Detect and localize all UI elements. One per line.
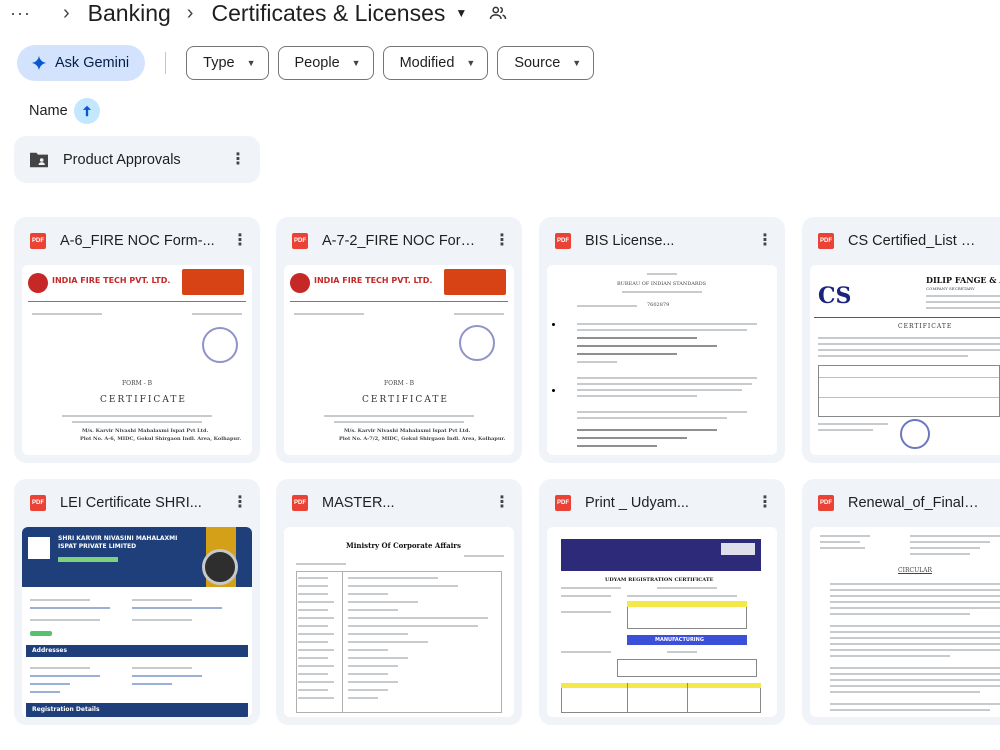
thumb-form: FORM - B xyxy=(384,380,414,387)
filter-source[interactable]: Source ▼ xyxy=(497,46,595,80)
folder-item[interactable]: Product Approvals ⋮ xyxy=(14,136,260,183)
filter-type-label: Type xyxy=(203,55,235,71)
people-icon[interactable] xyxy=(489,4,507,22)
file-title: A-6_FIRE NOC Form-... xyxy=(60,232,215,249)
thumb-addressee: M/s. Karvir Nivashi Mahalaxmi Ispat Pvt … xyxy=(82,428,209,434)
file-thumbnail: CS DILIP FANGE & ASS COMPANY SECRETARY C… xyxy=(810,265,1000,455)
thumb-heading: CIRCULAR xyxy=(898,567,932,574)
caret-down-icon: ▼ xyxy=(572,58,582,68)
chevron-right-icon: › xyxy=(186,1,194,24)
caret-down-icon: ▼ xyxy=(466,58,476,68)
file-thumbnail: INDIA FIRE TECH PVT. LTD. FORM - B CERTI… xyxy=(284,265,514,455)
filter-bar: Ask Gemini Type ▼ People ▼ Modified ▼ Sourc… xyxy=(17,45,603,81)
filter-people[interactable]: People ▼ xyxy=(277,46,374,80)
thumb-heading: UDYAM REGISTRATION CERTIFICATE xyxy=(605,577,714,583)
file-thumbnail: INDIA FIRE TECH PVT. LTD. FORM - B CERTI… xyxy=(22,265,252,455)
file-card[interactable]: PDF A-6_FIRE NOC Form-... ⋮ INDIA FIRE T… xyxy=(14,217,260,463)
filter-type[interactable]: Type ▼ xyxy=(186,46,269,80)
file-card[interactable]: PDF A-7-2_FIRE NOC Form-... ⋮ INDIA FIRE… xyxy=(276,217,522,463)
sort-by-name[interactable]: Name xyxy=(29,98,100,124)
file-thumbnail: SHRI KARVIR NIVASINI MAHALAXMI ISPAT PRI… xyxy=(22,527,252,717)
folder-shared-icon xyxy=(28,151,50,169)
file-thumbnail: BUREAU OF INDIAN STANDARDS 7602879 xyxy=(547,265,777,455)
thumb-section-addresses: Addresses xyxy=(32,647,68,654)
thumb-license: 7602879 xyxy=(647,302,670,308)
thumb-heading: CERTIFICATE xyxy=(100,395,187,405)
file-thumbnail: Ministry Of Corporate Affairs xyxy=(284,527,514,717)
pdf-icon: PDF xyxy=(555,494,571,511)
divider xyxy=(165,52,167,74)
file-title: MASTER... xyxy=(322,494,395,511)
thumb-plot: Plot No. A-7/2, MIDC, Gokul Shirgaon Ind… xyxy=(339,436,506,442)
ask-gemini-label: Ask Gemini xyxy=(55,55,130,71)
thumb-role: COMPANY SECRETARY xyxy=(926,286,975,291)
more-vert-icon[interactable]: ⋮ xyxy=(230,232,250,249)
caret-down-icon: ▼ xyxy=(351,58,361,68)
file-title: Renewal_of_Final_Fire_... xyxy=(848,494,990,511)
pdf-icon: PDF xyxy=(30,232,46,249)
file-card[interactable]: PDF Print _ Udyam... ⋮ UDYAM REGISTRATIO… xyxy=(539,479,785,725)
thumb-company: INDIA FIRE TECH PVT. LTD. xyxy=(314,276,433,285)
file-card[interactable]: PDF Renewal_of_Final_Fire_... CIRCULAR xyxy=(802,479,1000,725)
thumb-firm: DILIP FANGE & ASS xyxy=(926,275,1000,285)
more-vert-icon[interactable]: ⋮ xyxy=(492,494,512,511)
arrow-up-icon[interactable] xyxy=(73,98,100,124)
thumb-heading: CERTIFICATE xyxy=(898,323,953,330)
thumb-band: MANUFACTURING xyxy=(655,637,704,643)
more-vert-icon[interactable]: ⋮ xyxy=(228,151,248,168)
thumb-plot: Plot No. A-6, MIDC, Gokul Shirgaon Indl.… xyxy=(80,436,242,442)
thumb-section-registration: Registration Details xyxy=(32,706,100,713)
pdf-icon: PDF xyxy=(292,232,308,249)
pdf-icon: PDF xyxy=(818,494,834,511)
gemini-sparkle-icon xyxy=(31,55,47,71)
thumb-heading: CERTIFICATE xyxy=(362,395,449,405)
pdf-icon: PDF xyxy=(818,232,834,249)
sort-label: Name xyxy=(29,103,68,119)
thumb-addressee: M/s. Karvir Nivashi Mahalaxmi Ispat Pvt … xyxy=(344,428,471,434)
more-vert-icon[interactable]: ⋮ xyxy=(755,494,775,511)
file-thumbnail: UDYAM REGISTRATION CERTIFICATE MANUFACTU… xyxy=(547,527,777,717)
file-card[interactable]: PDF BIS License... ⋮ BUREAU OF INDIAN ST… xyxy=(539,217,785,463)
thumb-form: FORM - B xyxy=(122,380,152,387)
more-vert-icon[interactable]: ⋮ xyxy=(230,494,250,511)
thumb-heading: Ministry Of Corporate Affairs xyxy=(346,541,461,550)
filter-modified[interactable]: Modified ▼ xyxy=(382,46,489,80)
file-card[interactable]: PDF LEI Certificate SHRI... ⋮ SHRI KARVI… xyxy=(14,479,260,725)
file-card[interactable]: PDF CS Certified_List of... CS DILIP FAN… xyxy=(802,217,1000,463)
pdf-icon: PDF xyxy=(555,232,571,249)
thumb-company: SHRI KARVIR NIVASINI MAHALAXMI ISPAT PRI… xyxy=(58,535,178,550)
file-title: BIS License... xyxy=(585,232,675,249)
chevron-right-icon: › xyxy=(62,1,70,24)
pdf-icon: PDF xyxy=(30,494,46,511)
file-title: A-7-2_FIRE NOC Form-... xyxy=(322,232,490,249)
file-thumbnail: CIRCULAR xyxy=(810,527,1000,717)
ask-gemini-button[interactable]: Ask Gemini xyxy=(17,45,146,81)
breadcrumb: ··· › Banking › Certificates & Licenses … xyxy=(10,0,507,26)
caret-down-icon[interactable]: ▼ xyxy=(455,6,467,20)
file-title: LEI Certificate SHRI... xyxy=(60,494,202,511)
filter-modified-label: Modified xyxy=(399,55,455,71)
breadcrumb-overflow[interactable]: ··· xyxy=(10,3,31,24)
breadcrumb-item-banking[interactable]: Banking xyxy=(88,0,171,27)
thumb-company: INDIA FIRE TECH PVT. LTD. xyxy=(52,276,171,285)
file-title: CS Certified_List of... xyxy=(848,232,985,249)
pdf-icon: PDF xyxy=(292,494,308,511)
filter-source-label: Source xyxy=(514,55,561,71)
more-vert-icon[interactable]: ⋮ xyxy=(755,232,775,249)
more-vert-icon[interactable]: ⋮ xyxy=(492,232,512,249)
file-card[interactable]: PDF MASTER... ⋮ Ministry Of Corporate Af… xyxy=(276,479,522,725)
filter-people-label: People xyxy=(294,55,340,71)
folder-name: Product Approvals xyxy=(63,151,181,168)
file-title: Print _ Udyam... xyxy=(585,494,689,511)
caret-down-icon: ▼ xyxy=(246,58,256,68)
breadcrumb-item-current[interactable]: Certificates & Licenses xyxy=(211,0,445,27)
thumb-org: BUREAU OF INDIAN STANDARDS xyxy=(617,281,707,287)
